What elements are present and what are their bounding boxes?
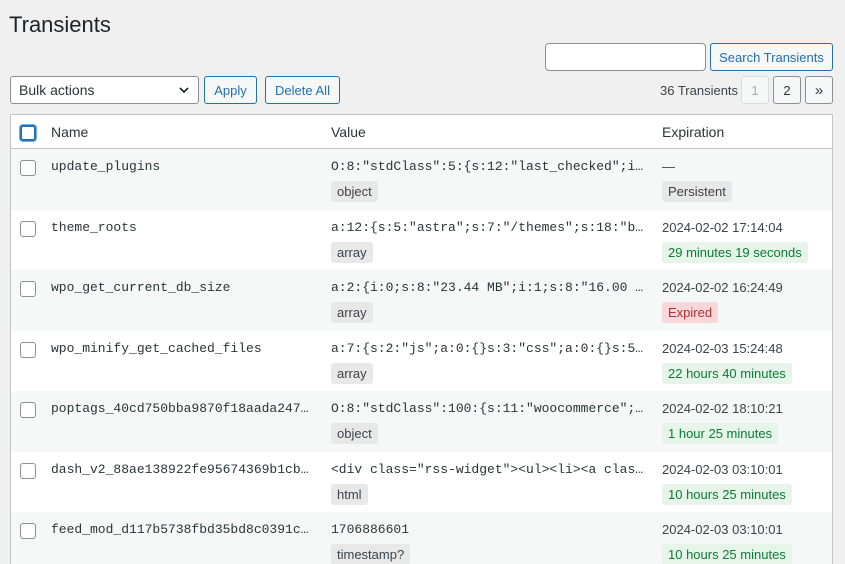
expiration-status-badge: 10 hours 25 minutes xyxy=(662,544,792,564)
table-row: update_plugins O:8:"stdClass":5:{s:12:"la… xyxy=(11,149,832,210)
table-row: feed_mod_d117b5738fbd35bd8c0391cda… 17068… xyxy=(11,512,832,564)
next-page-button[interactable]: » xyxy=(805,76,833,104)
chevron-down-icon xyxy=(179,87,189,94)
expiration-status-badge: 1 hour 25 minutes xyxy=(662,423,779,444)
select-all-checkbox[interactable] xyxy=(20,125,36,141)
transient-value: O:8:"stdClass":5:{s:12:"last_checked";i:… xyxy=(331,159,646,174)
expiration-date: 2024-02-02 17:14:04 xyxy=(662,219,783,235)
bulk-actions-select[interactable]: Bulk actions xyxy=(10,76,199,104)
transient-name[interactable]: dash_v2_88ae138922fe95674369b1cb3d… xyxy=(51,462,313,477)
table-row: dash_v2_88ae138922fe95674369b1cb3d… <div … xyxy=(11,452,832,513)
value-type-badge: object xyxy=(331,181,378,202)
bulk-actions-label: Bulk actions xyxy=(19,82,95,98)
row-checkbox[interactable] xyxy=(20,341,36,358)
page-2-button[interactable]: 2 xyxy=(773,76,801,104)
transient-value: 1706886601 xyxy=(331,522,410,537)
row-checkbox[interactable] xyxy=(20,281,36,297)
transient-value: <div class="rss-widget"><ul><li><a class… xyxy=(331,461,646,477)
expiration-status-badge: Persistent xyxy=(662,181,732,202)
table-row: wpo_get_current_db_size a:2:{i:0;s:8:"23.… xyxy=(11,270,832,331)
apply-button[interactable]: Apply xyxy=(204,76,257,104)
transients-table: Name Value Expiration update_plugins O:8:… xyxy=(10,114,833,564)
expiration-date: 2024-02-03 03:10:01 xyxy=(662,522,783,537)
row-checkbox[interactable] xyxy=(20,523,36,539)
column-header-expiration[interactable]: Expiration xyxy=(662,124,724,140)
expiration-date: 2024-02-03 15:24:48 xyxy=(662,340,783,356)
expiration-date: — xyxy=(662,159,675,174)
transients-count: 36 Transients xyxy=(660,83,739,98)
expiration-date: 2024-02-02 16:24:49 xyxy=(662,280,783,295)
table-header: Name Value Expiration xyxy=(11,115,832,149)
column-header-name[interactable]: Name xyxy=(51,124,88,140)
transient-name[interactable]: update_plugins xyxy=(51,159,313,174)
transient-value: O:8:"stdClass":100:{s:11:"woocommerce";a… xyxy=(331,401,646,416)
row-checkbox[interactable] xyxy=(20,220,36,237)
transient-value: a:7:{s:2:"js";a:0:{}s:3:"css";a:0:{}s:5:… xyxy=(331,340,646,356)
transient-value: a:12:{s:5:"astra";s:7:"/themes";s:18:"bl… xyxy=(331,219,646,235)
expiration-status-badge: 22 hours 40 minutes xyxy=(662,362,792,384)
transient-name[interactable]: theme_roots xyxy=(51,220,313,235)
table-body: update_plugins O:8:"stdClass":5:{s:12:"la… xyxy=(11,149,832,564)
transient-name[interactable]: wpo_get_current_db_size xyxy=(51,280,313,295)
transient-name[interactable]: wpo_minify_get_cached_files xyxy=(51,341,313,356)
page-title: Transients xyxy=(9,12,111,37)
value-type-badge: array xyxy=(331,362,373,384)
table-row: theme_roots a:12:{s:5:"astra";s:7:"/theme… xyxy=(11,210,832,271)
column-header-value: Value xyxy=(331,124,366,140)
expiration-status-badge: Expired xyxy=(662,302,719,323)
delete-all-button[interactable]: Delete All xyxy=(265,76,340,104)
value-type-badge: object xyxy=(331,423,378,444)
expiration-date: 2024-02-03 03:10:01 xyxy=(662,461,783,477)
search-input[interactable] xyxy=(545,43,706,71)
transient-value: a:2:{i:0;s:8:"23.44 MB";i:1;s:8:"16.00 M… xyxy=(331,280,646,295)
page-1-button: 1 xyxy=(741,76,769,104)
transient-name[interactable]: poptags_40cd750bba9870f18aada2478b… xyxy=(51,401,313,416)
expiration-date: 2024-02-02 18:10:21 xyxy=(662,401,783,416)
transient-name[interactable]: feed_mod_d117b5738fbd35bd8c0391cda… xyxy=(51,522,313,537)
row-checkbox[interactable] xyxy=(20,160,36,176)
expiration-status-badge: 10 hours 25 minutes xyxy=(662,483,792,505)
value-type-badge: array xyxy=(331,302,373,323)
table-row: wpo_minify_get_cached_files a:7:{s:2:"js"… xyxy=(11,331,832,392)
row-checkbox[interactable] xyxy=(20,402,36,418)
value-type-badge: array xyxy=(331,241,373,263)
table-row: poptags_40cd750bba9870f18aada2478b… O:8:"… xyxy=(11,391,832,452)
value-type-badge: html xyxy=(331,483,368,505)
value-type-badge: timestamp? xyxy=(331,544,411,564)
row-checkbox[interactable] xyxy=(20,462,36,479)
search-transients-button[interactable]: Search Transients xyxy=(710,43,833,71)
expiration-status-badge: 29 minutes 19 seconds xyxy=(662,241,808,263)
